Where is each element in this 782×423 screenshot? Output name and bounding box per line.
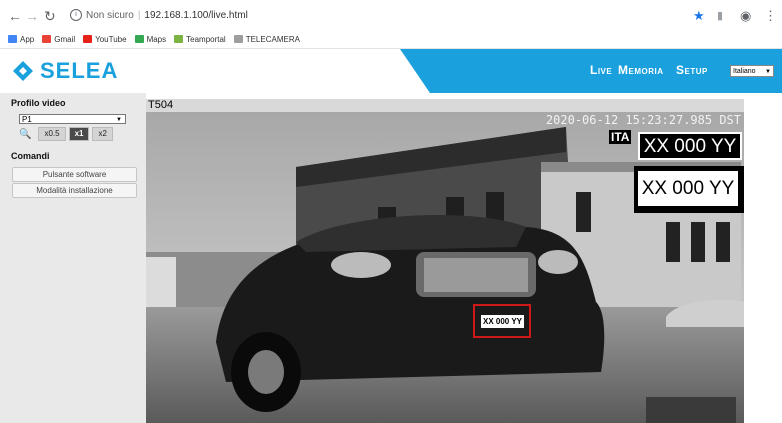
bookmark-telecamera[interactable]: TELECAMERA bbox=[233, 35, 300, 44]
bookmark-star-icon[interactable]: ★ bbox=[693, 9, 705, 23]
country-code: ITA bbox=[609, 130, 632, 144]
commands-title: Comandi bbox=[11, 151, 50, 161]
forward-icon[interactable]: → bbox=[25, 9, 39, 23]
not-secure-label: Non sicuro bbox=[86, 10, 134, 21]
plate-crop-text: XX 000 YY bbox=[638, 171, 738, 206]
bookmark-maps[interactable]: Maps bbox=[134, 35, 166, 44]
zoom-x2-button[interactable]: x2 bbox=[92, 127, 113, 141]
bookmark-youtube[interactable]: YouTube bbox=[83, 35, 127, 44]
back-icon[interactable]: ← bbox=[8, 9, 22, 23]
telecamera-icon bbox=[233, 35, 243, 43]
profile-icon[interactable]: ◉ bbox=[740, 9, 751, 23]
profile-value: P1 bbox=[22, 115, 32, 124]
bookmarks-bar: App Gmail YouTube Maps Teamportal TELECA… bbox=[8, 32, 300, 46]
zoom-x1-button[interactable]: x1 bbox=[68, 127, 90, 141]
info-icon[interactable]: i bbox=[70, 9, 82, 22]
software-button[interactable]: Pulsante software bbox=[12, 167, 137, 182]
gmail-icon bbox=[42, 35, 52, 43]
language-value: Italiano bbox=[733, 68, 756, 75]
camera-view[interactable]: 2020-06-12 15:23:27.985 DST ITA XX 000 Y… bbox=[146, 112, 744, 423]
zoom-icon: 🔍 bbox=[19, 128, 32, 140]
camera-timestamp: 2020-06-12 15:23:27.985 DST bbox=[545, 113, 741, 127]
youtube-icon bbox=[83, 35, 93, 43]
bookmark-apps[interactable]: App bbox=[8, 35, 34, 44]
nav-live[interactable]: Live bbox=[590, 63, 612, 77]
chevron-down-icon: ▼ bbox=[765, 69, 771, 75]
install-mode-button[interactable]: Modalità installazione bbox=[12, 183, 137, 198]
browser-chrome: ← → ↻ i Non sicuro | 192.168.1.100/live.htm… bbox=[0, 0, 782, 49]
plate-readout: XX 000 YY bbox=[638, 132, 742, 160]
nav-memoria[interactable]: Memoria bbox=[618, 63, 664, 77]
plate-detection-box: XX 000 YY bbox=[473, 304, 531, 338]
selea-logo[interactable]: SELEA bbox=[12, 58, 118, 84]
plate-crop: XX 000 YY bbox=[634, 166, 744, 213]
menu-icon[interactable]: ⋮ bbox=[764, 9, 777, 23]
language-select[interactable]: Italiano ▼ bbox=[730, 65, 774, 77]
diamond-logo-icon bbox=[13, 61, 33, 81]
zoom-controls: 🔍 x0.5 x1 x2 bbox=[19, 127, 113, 141]
profile-title: Profilo video bbox=[11, 98, 66, 108]
address-bar[interactable]: i Non sicuro | 192.168.1.100/live.html bbox=[70, 6, 682, 26]
teamportal-icon bbox=[174, 35, 184, 43]
apps-icon bbox=[8, 35, 17, 43]
url-text: 192.168.1.100/live.html bbox=[144, 10, 248, 21]
maps-icon bbox=[134, 35, 144, 43]
camera-title-bar: T504 bbox=[146, 99, 744, 112]
nav-setup[interactable]: Setup bbox=[676, 63, 708, 77]
extension-icon[interactable]: ▮ bbox=[717, 9, 723, 23]
logo-text: SELEA bbox=[40, 58, 119, 83]
profile-select[interactable]: P1 ▼ bbox=[19, 114, 126, 124]
reload-icon[interactable]: ↻ bbox=[44, 9, 56, 23]
sidebar: Profilo video P1 ▼ 🔍 x0.5 x1 x2 Comandi … bbox=[0, 93, 146, 423]
car-plate-text: XX 000 YY bbox=[481, 315, 524, 328]
app-header: SELEA Live Memoria Setup Italiano ▼ bbox=[0, 49, 782, 93]
camera-name: T504 bbox=[148, 99, 174, 111]
bookmark-gmail[interactable]: Gmail bbox=[42, 35, 75, 44]
zoom-x05-button[interactable]: x0.5 bbox=[38, 127, 66, 141]
bookmark-teamportal[interactable]: Teamportal bbox=[174, 35, 226, 44]
chevron-down-icon: ▼ bbox=[116, 117, 122, 123]
